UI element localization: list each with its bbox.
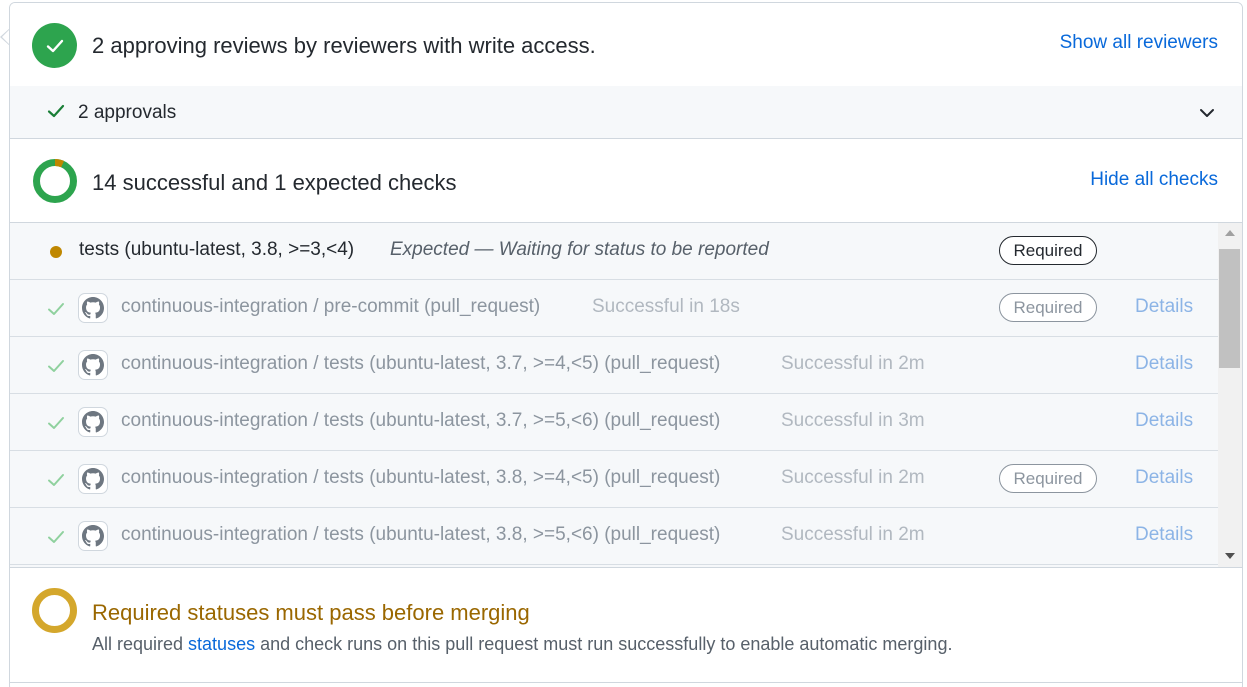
approvals-label: 2 approvals	[78, 102, 177, 123]
check-status: Successful in 18s	[592, 296, 740, 317]
checks-scrollbar[interactable]	[1218, 223, 1242, 567]
merge-title: Required statuses must pass before mergi…	[92, 600, 530, 625]
check-status: Successful in 2m	[781, 524, 925, 545]
check-name: continuous-integration / tests (ubuntu-l…	[121, 410, 721, 431]
scroll-up-arrow-icon[interactable]	[1225, 230, 1235, 236]
check-icon	[46, 299, 66, 324]
check-row: continuous-integration / tests (ubuntu-l…	[10, 337, 1218, 394]
checks-title: 14 successful and 1 expected checks	[92, 170, 457, 195]
check-row: continuous-integration / tests (ubuntu-l…	[10, 451, 1218, 508]
check-circle-icon	[32, 23, 77, 68]
details-link[interactable]: Details	[1135, 296, 1193, 318]
check-row: continuous-integration / pre-commit (pul…	[10, 280, 1218, 337]
required-badge: Required	[999, 293, 1097, 322]
details-link[interactable]: Details	[1135, 467, 1193, 489]
check-row: continuous-integration / tests (ubuntu-l…	[10, 394, 1218, 451]
details-link[interactable]: Details	[1135, 410, 1193, 432]
details-link[interactable]: Details	[1135, 524, 1193, 546]
check-status: Successful in 3m	[781, 410, 925, 431]
github-icon	[78, 293, 108, 323]
merge-requirement: Required statuses must pass before mergi…	[10, 567, 1242, 683]
details-link[interactable]: Details	[1135, 353, 1193, 375]
merge-description: All required statuses and check runs on …	[92, 634, 952, 655]
check-row-expected: tests (ubuntu-latest, 3.8, >=3,<4) Expec…	[10, 223, 1218, 280]
show-all-reviewers-link[interactable]: Show all reviewers	[1060, 32, 1218, 54]
hide-all-checks-link[interactable]: Hide all checks	[1090, 169, 1218, 191]
check-status: Successful in 2m	[781, 467, 925, 488]
divider	[10, 682, 1242, 683]
github-icon	[78, 521, 108, 551]
required-badge: Required	[999, 464, 1097, 493]
reviews-title: 2 approving reviews by reviewers with wr…	[92, 33, 596, 58]
check-status: Expected — Waiting for status to be repo…	[390, 239, 769, 260]
check-row: continuous-integration / tests (ubuntu-l…	[10, 508, 1218, 565]
check-icon	[46, 356, 66, 381]
scrollbar-thumb[interactable]	[1219, 249, 1240, 368]
github-icon	[78, 464, 108, 494]
check-icon	[46, 101, 66, 126]
check-name: continuous-integration / tests (ubuntu-l…	[121, 467, 721, 488]
scroll-down-arrow-icon[interactable]	[1225, 553, 1235, 559]
pending-dot-icon	[50, 246, 62, 258]
merge-desc-suffix: and check runs on this pull request must…	[255, 634, 953, 654]
pending-ring-icon	[32, 588, 77, 633]
check-icon	[46, 470, 66, 495]
statuses-link[interactable]: statuses	[188, 634, 255, 654]
check-icon	[46, 527, 66, 552]
checks-header: 14 successful and 1 expected checks Hide…	[10, 140, 1242, 223]
check-name: continuous-integration / tests (ubuntu-l…	[121, 524, 721, 545]
github-icon	[78, 407, 108, 437]
approvals-toggle[interactable]: 2 approvals	[10, 86, 1242, 139]
check-name: tests (ubuntu-latest, 3.8, >=3,<4)	[79, 239, 355, 260]
check-name: continuous-integration / pre-commit (pul…	[121, 296, 541, 317]
check-name: continuous-integration / tests (ubuntu-l…	[121, 353, 721, 374]
check-status: Successful in 2m	[781, 353, 925, 374]
merge-status-panel: 2 approving reviews by reviewers with wr…	[9, 2, 1243, 687]
merge-desc-prefix: All required	[92, 634, 189, 654]
github-icon	[78, 350, 108, 380]
reviews-header: 2 approving reviews by reviewers with wr…	[10, 3, 1242, 86]
required-badge: Required	[999, 236, 1097, 265]
check-icon	[46, 413, 66, 438]
chevron-down-icon[interactable]	[1198, 104, 1216, 127]
donut-icon	[33, 158, 77, 203]
checks-list: tests (ubuntu-latest, 3.8, >=3,<4) Expec…	[10, 223, 1218, 567]
